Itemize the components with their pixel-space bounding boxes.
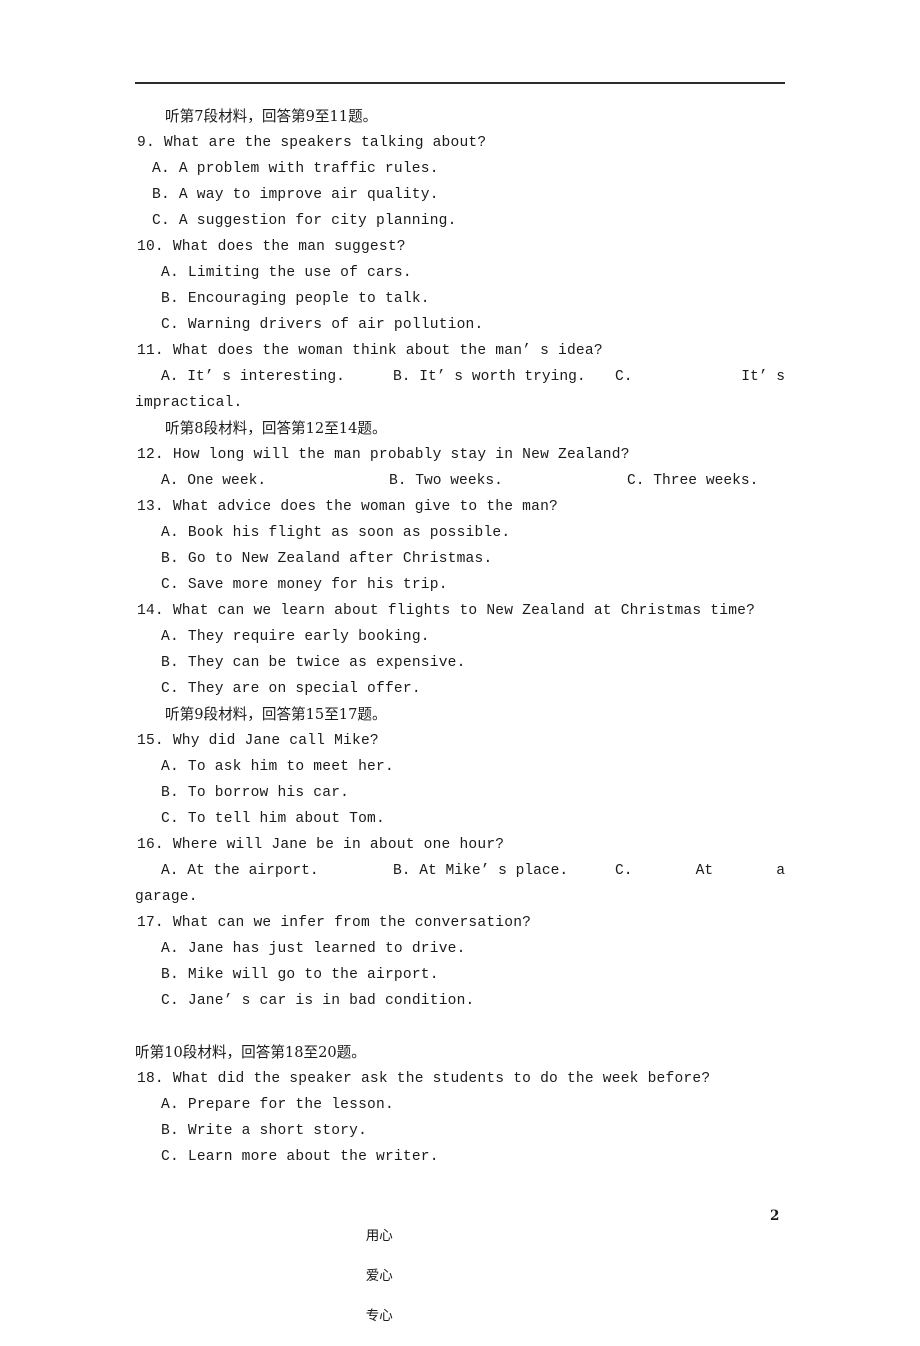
section-heading-10: 听第10段材料，回答第18至20题。: [135, 1044, 366, 1061]
question-17-option-c[interactable]: C. Jane’ s car is in bad condition.: [135, 988, 785, 1014]
question-stem-14: 14. What can we learn about flights to N…: [137, 603, 756, 619]
footer-word-1: 用心: [365, 1228, 393, 1244]
question-9-option-c[interactable]: C. A suggestion for city planning.: [135, 208, 785, 234]
question-9-option-b[interactable]: B. A way to improve air quality.: [135, 182, 785, 208]
question-11-option-a[interactable]: A. It’ s interesting.: [135, 364, 393, 390]
question-16-option-b[interactable]: B. At Mike’ s place.: [393, 858, 615, 884]
question-9-option-a[interactable]: A. A problem with traffic rules.: [135, 156, 785, 182]
question-14-option-c[interactable]: C. They are on special offer.: [135, 676, 785, 702]
exam-page: 听第7段材料，回答第9至11题。 9. What are the speaker…: [0, 0, 920, 1324]
footer-slogan: 用心 爱心 专心: [340, 1206, 428, 1346]
question-14-option-b[interactable]: B. They can be twice as expensive.: [135, 650, 785, 676]
question-stem-15: 15. Why did Jane call Mike?: [137, 733, 379, 749]
question-stem-13: 13. What advice does the woman give to t…: [137, 499, 559, 515]
header-divider-rule: [135, 82, 785, 84]
question-11-option-c-continuation: impractical.: [135, 395, 243, 411]
question-11-option-b[interactable]: B. It’ s worth trying.: [393, 364, 615, 390]
question-16-option-c-text: At: [695, 863, 714, 879]
footer-word-3: 专心: [365, 1308, 393, 1324]
question-16-option-c-article: a: [776, 863, 785, 879]
section-heading-8: 听第8段材料，回答第12至14题。: [165, 420, 387, 437]
question-13-option-a[interactable]: A. Book his flight as soon as possible.: [135, 520, 785, 546]
question-10-option-b[interactable]: B. Encouraging people to talk.: [135, 286, 785, 312]
question-10-option-c[interactable]: C. Warning drivers of air pollution.: [135, 312, 785, 338]
question-16-options-row: A. At the airport. B. At Mike’ s place. …: [135, 858, 785, 884]
question-stem-16: 16. Where will Jane be in about one hour…: [137, 837, 505, 853]
question-13-option-c[interactable]: C. Save more money for his trip.: [135, 572, 785, 598]
question-17-option-b[interactable]: B. Mike will go to the airport.: [135, 962, 785, 988]
page-number: 2: [770, 1208, 780, 1224]
question-11-option-c[interactable]: C. It’ s: [615, 364, 785, 390]
question-16-option-c-continuation: garage.: [135, 889, 198, 905]
question-17-option-a[interactable]: A. Jane has just learned to drive.: [135, 936, 785, 962]
question-12-option-a[interactable]: A. One week.: [135, 468, 389, 494]
question-12-option-b[interactable]: B. Two weeks.: [389, 468, 627, 494]
question-15-option-a[interactable]: A. To ask him to meet her.: [135, 754, 785, 780]
question-18-option-b[interactable]: B. Write a short story.: [135, 1118, 785, 1144]
page-footer: 用心 爱心 专心 2: [0, 1206, 920, 1324]
question-stem-10: 10. What does the man suggest?: [137, 239, 406, 255]
question-18-option-a[interactable]: A. Prepare for the lesson.: [135, 1092, 785, 1118]
footer-word-2: 爱心: [365, 1268, 393, 1284]
question-12-options-row: A. One week. B. Two weeks. C. Three week…: [135, 468, 785, 494]
question-16-option-c-label: C.: [615, 863, 633, 879]
question-stem-18: 18. What did the speaker ask the student…: [137, 1071, 711, 1087]
question-14-option-a[interactable]: A. They require early booking.: [135, 624, 785, 650]
question-12-option-c[interactable]: C. Three weeks.: [627, 468, 785, 494]
question-stem-17: 17. What can we infer from the conversat…: [137, 915, 532, 931]
question-13-option-b[interactable]: B. Go to New Zealand after Christmas.: [135, 546, 785, 572]
section-heading-7: 听第7段材料，回答第9至11题。: [165, 108, 378, 125]
question-16-option-c[interactable]: C. At a: [615, 858, 785, 884]
exam-body: 听第7段材料，回答第9至11题。 9. What are the speaker…: [135, 104, 785, 1170]
question-15-option-c[interactable]: C. To tell him about Tom.: [135, 806, 785, 832]
question-16-option-a[interactable]: A. At the airport.: [135, 858, 393, 884]
section-heading-9: 听第9段材料，回答第15至17题。: [165, 706, 387, 723]
question-stem-12: 12. How long will the man probably stay …: [137, 447, 630, 463]
question-10-option-a[interactable]: A. Limiting the use of cars.: [135, 260, 785, 286]
question-11-option-c-text: It’ s: [741, 369, 785, 385]
question-18-option-c[interactable]: C. Learn more about the writer.: [135, 1144, 785, 1170]
question-11-options-row: A. It’ s interesting. B. It’ s worth try…: [135, 364, 785, 390]
question-stem-9: 9. What are the speakers talking about?: [137, 135, 487, 151]
question-15-option-b[interactable]: B. To borrow his car.: [135, 780, 785, 806]
question-stem-11: 11. What does the woman think about the …: [137, 343, 603, 359]
question-11-option-c-label: C.: [615, 369, 633, 385]
